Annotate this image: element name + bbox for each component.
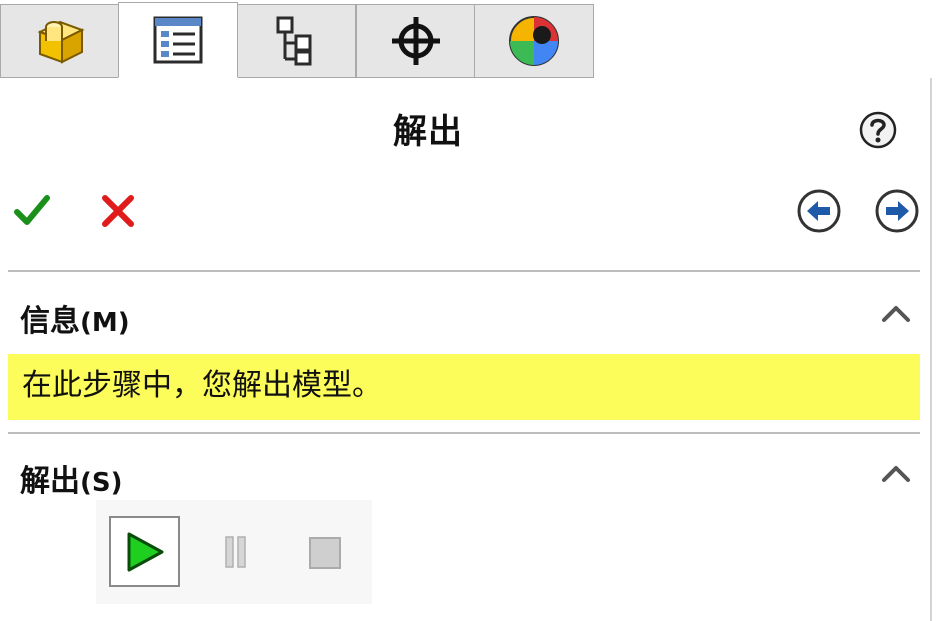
checkmark-icon[interactable] (14, 192, 50, 228)
pause-icon (225, 536, 246, 568)
stop-icon (309, 537, 341, 569)
tab-display-manager[interactable] (474, 4, 594, 78)
display-manager-icon (509, 16, 559, 66)
close-icon[interactable] (100, 194, 136, 228)
solve-section-title: 解出 (20, 464, 80, 499)
info-message: 在此步骤中，您解出模型。 (22, 368, 382, 403)
tab-configuration-manager[interactable] (236, 4, 356, 78)
property-manager-icon (153, 16, 203, 64)
tab-property-manager[interactable] (118, 2, 238, 78)
divider (8, 270, 920, 272)
pause-button[interactable] (214, 530, 258, 574)
arrow-right-icon[interactable] (874, 188, 920, 234)
play-button[interactable] (109, 516, 180, 587)
part-icon (37, 20, 85, 64)
panel-right-border (930, 78, 932, 621)
solve-section-key: (S) (80, 468, 123, 498)
divider (8, 432, 920, 434)
info-message-box: 在此步骤中，您解出模型。 (8, 354, 920, 420)
play-icon (127, 532, 163, 571)
dimxpert-icon (392, 17, 440, 65)
tab-feature-manager[interactable] (0, 4, 120, 78)
tab-strip (0, 0, 940, 78)
stop-button[interactable] (302, 530, 348, 576)
configuration-manager-icon (276, 16, 312, 66)
solve-section-header[interactable]: 解出(S) (20, 456, 123, 500)
page-title: 解出 (393, 112, 463, 152)
arrow-left-icon[interactable] (796, 188, 842, 234)
tab-dimxpert-manager[interactable] (356, 4, 476, 78)
chevron-up-icon[interactable] (878, 302, 914, 326)
info-section-header[interactable]: 信息(M) (20, 296, 130, 340)
info-section-title: 信息 (20, 304, 80, 339)
info-section-key: (M) (80, 308, 130, 338)
chevron-up-icon[interactable] (878, 462, 914, 486)
help-icon[interactable] (858, 110, 898, 150)
